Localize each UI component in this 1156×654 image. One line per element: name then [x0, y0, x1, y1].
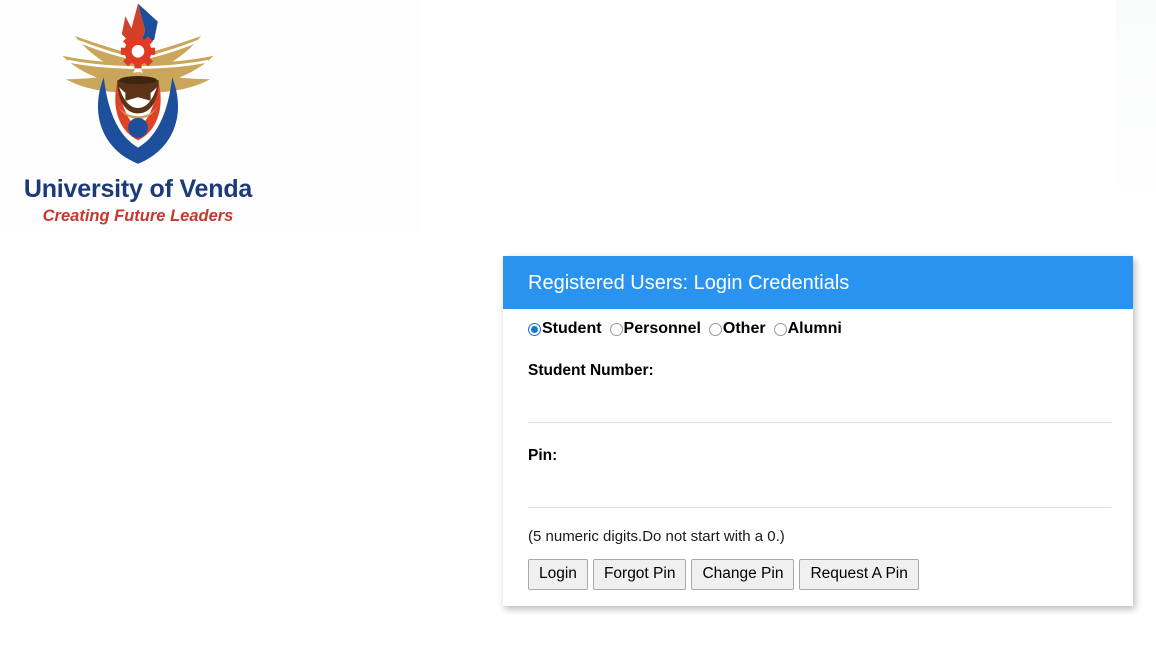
- student-number-label: Student Number:: [528, 362, 654, 379]
- radio-label-student: Student: [542, 320, 602, 337]
- radio-label-personnel: Personnel: [623, 320, 701, 337]
- radio-label-other: Other: [722, 320, 766, 337]
- radio-student[interactable]: [528, 322, 541, 336]
- forgot-pin-button[interactable]: Forgot Pin: [592, 559, 687, 590]
- brand-tagline: Creating Future Leaders: [42, 207, 234, 226]
- student-number-field-group: Student Number:: [503, 338, 1133, 423]
- user-type-radio-group: Student Personnel Other Alumni: [503, 309, 1133, 338]
- radio-option-student[interactable]: Student: [528, 320, 602, 338]
- change-pin-button[interactable]: Change Pin: [691, 559, 795, 590]
- pin-input[interactable]: [528, 474, 1111, 508]
- radio-option-other[interactable]: Other: [708, 320, 766, 338]
- pin-label: Pin:: [528, 447, 558, 464]
- radio-label-alumni: Alumni: [787, 320, 842, 337]
- pin-field-group: Pin:: [503, 423, 1133, 508]
- login-button-row: Login Forgot Pin Change Pin Request A Pi…: [503, 545, 1133, 606]
- student-number-input[interactable]: [528, 389, 1111, 423]
- pin-hint-text: (5 numeric digits.Do not start with a 0.…: [528, 528, 785, 545]
- radio-other[interactable]: [708, 322, 722, 336]
- background-wash-right: [1116, 0, 1156, 220]
- login-button[interactable]: Login: [528, 559, 588, 590]
- radio-alumni[interactable]: [773, 322, 787, 336]
- radio-option-personnel[interactable]: Personnel: [609, 320, 701, 338]
- radio-option-alumni[interactable]: Alumni: [773, 320, 842, 338]
- login-card-body: Student Personnel Other Alumni Student N…: [503, 309, 1133, 606]
- university-crest-icon: [62, 3, 214, 164]
- brand-name: University of Venda: [23, 175, 253, 203]
- login-card-header: Registered Users: Login Credentials: [503, 256, 1133, 309]
- brand-block: University of Venda Creating Future Lead…: [14, 0, 262, 226]
- radio-personnel[interactable]: [609, 322, 623, 336]
- login-card: Registered Users: Login Credentials Stud…: [503, 256, 1133, 606]
- request-a-pin-button[interactable]: Request A Pin: [799, 559, 919, 590]
